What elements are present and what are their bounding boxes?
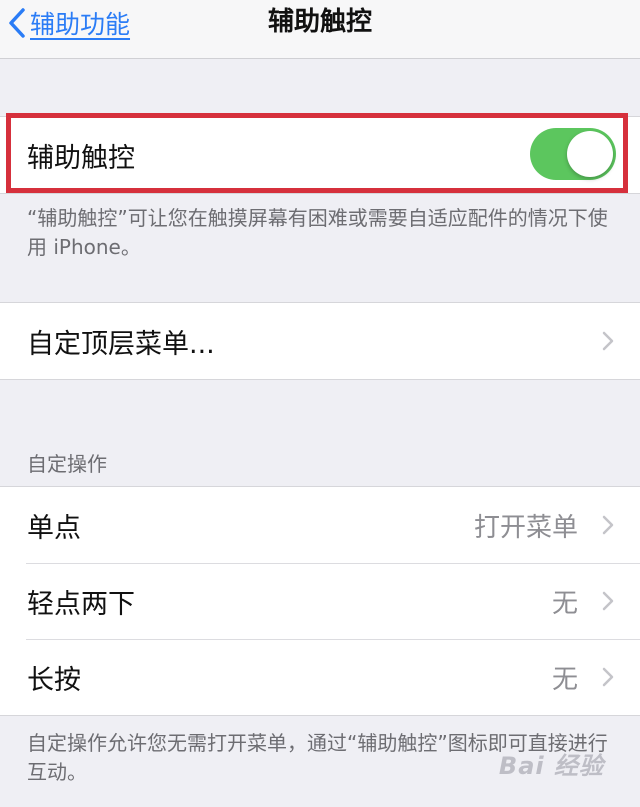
assistive-touch-label: 辅助触控 [27,142,135,174]
assistive-touch-description: “辅助触控”可让您在触摸屏幕有困难或需要自适应配件的情况下使用 iPhone。 [27,206,608,259]
double-tap-value: 无 [551,588,578,619]
long-press-label: 长按 [27,664,81,696]
single-tap-label: 单点 [27,512,81,544]
customize-top-menu-row[interactable]: 自定顶层菜单... [0,303,640,379]
chevron-right-icon [602,667,614,687]
single-tap-row[interactable]: 单点 打开菜单 [0,487,640,563]
chevron-right-icon [602,591,614,611]
long-press-value: 无 [551,664,578,695]
chevron-left-icon [9,8,25,38]
customize-top-menu-label: 自定顶层菜单... [27,328,215,360]
assistive-touch-group: 辅助触控 [0,116,640,194]
top-menu-group: 自定顶层菜单... [0,302,640,380]
assistive-touch-toggle[interactable] [530,128,616,180]
chevron-right-icon [602,515,614,535]
double-tap-row[interactable]: 轻点两下 无 [0,563,640,639]
navigation-bar: 辅助功能 辅助触控 [0,0,640,59]
custom-actions-header: 自定操作 [27,452,107,476]
back-button[interactable]: 辅助功能 [8,0,130,46]
toggle-knob [567,131,613,177]
back-button-label: 辅助功能 [30,10,131,39]
custom-actions-footer: 自定操作允许您无需打开菜单，通过“辅助触控”图标即可直接进行互动。 [27,731,608,784]
chevron-right-icon [602,331,614,351]
single-tap-value: 打开菜单 [473,512,578,543]
double-tap-label: 轻点两下 [27,588,135,620]
custom-actions-group: 单点 打开菜单 轻点两下 无 长按 无 [0,486,640,716]
long-press-row[interactable]: 长按 无 [0,639,640,715]
assistive-touch-row: 辅助触控 [0,117,640,193]
